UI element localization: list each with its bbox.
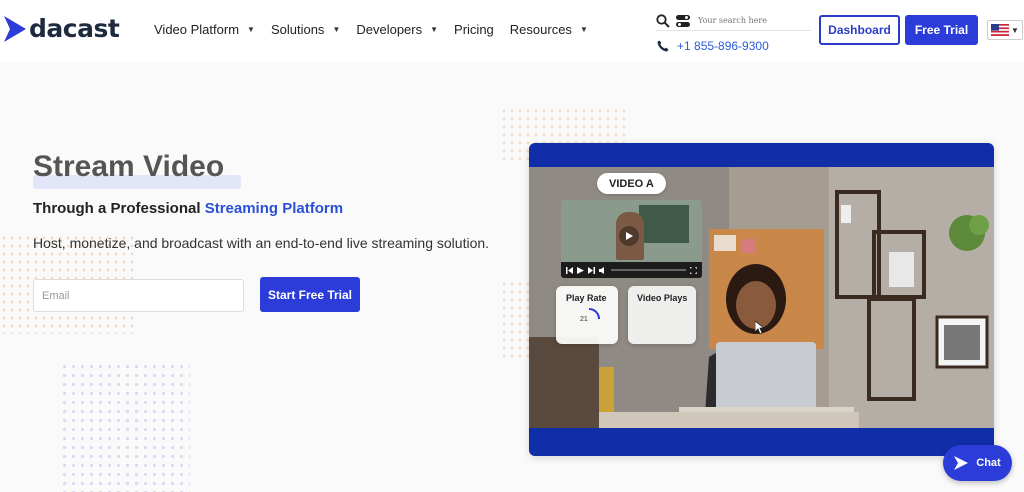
nav-item-label: Resources (509, 22, 572, 37)
phone-link[interactable]: +1 855-896-9300 (657, 39, 769, 53)
skip-forward-icon[interactable] (588, 266, 595, 274)
play-icon[interactable] (619, 226, 639, 246)
toggle-icon[interactable] (676, 14, 690, 27)
language-select[interactable]: ▼ (987, 20, 1023, 40)
dacast-logo-mark-icon (954, 456, 969, 470)
dot-pattern-decoration (500, 280, 530, 360)
hero-video[interactable]: VIDEO A Play Rate 21 Video Plays (529, 143, 994, 456)
progress-bar[interactable] (611, 269, 686, 271)
chat-button[interactable]: Chat (943, 445, 1012, 481)
caret-down-icon: ▼ (332, 25, 341, 34)
main-nav: Video Platform ▼ Solutions ▼ Developers … (154, 22, 604, 37)
video-tag-label: VIDEO A (609, 177, 654, 190)
video-plays-label: Video Plays (637, 293, 688, 303)
nav-developers[interactable]: Developers ▼ (356, 22, 438, 37)
dot-pattern-decoration (60, 362, 190, 492)
player-controls[interactable] (561, 262, 702, 278)
play-small-icon[interactable] (577, 266, 584, 274)
volume-icon[interactable] (599, 266, 607, 274)
phone-number: +1 855-896-9300 (677, 39, 769, 53)
nav-item-label: Solutions (270, 22, 325, 37)
caret-down-icon: ▼ (1011, 25, 1019, 35)
search-input[interactable] (698, 16, 798, 25)
hero-description: Host, monetize, and broadcast with an en… (33, 235, 490, 251)
skip-back-icon[interactable] (566, 266, 573, 274)
nav-video-platform[interactable]: Video Platform ▼ (154, 22, 255, 37)
dashboard-button[interactable]: Dashboard (819, 15, 900, 45)
brand-name: dacast (29, 14, 120, 43)
nav-item-label: Pricing (454, 22, 494, 37)
hero-subtitle: Through a Professional Streaming Platfor… (33, 200, 343, 217)
nav-item-label: Video Platform (154, 22, 240, 37)
video-plays-card: Video Plays (628, 286, 696, 344)
hero-title: Stream Video (33, 150, 225, 183)
site-header: dacast Video Platform ▼ Solutions ▼ Deve… (0, 0, 1024, 62)
play-rate-value: 21 (580, 316, 588, 323)
play-rate-label: Play Rate (566, 293, 607, 303)
nav-item-label: Developers (356, 22, 423, 37)
dacast-logo[interactable]: dacast (4, 14, 120, 43)
nav-resources[interactable]: Resources ▼ (510, 22, 588, 37)
email-field[interactable] (33, 279, 244, 312)
cursor-icon (755, 321, 765, 335)
caret-down-icon: ▼ (247, 25, 255, 34)
nav-solutions[interactable]: Solutions ▼ (271, 22, 340, 37)
caret-down-icon: ▼ (579, 25, 588, 34)
caret-down-icon: ▼ (430, 25, 439, 34)
us-flag-icon (991, 24, 1009, 36)
chat-label: Chat (976, 457, 1001, 469)
dacast-logo-mark-icon (4, 15, 26, 42)
phone-icon (657, 40, 669, 52)
mini-video-player[interactable] (561, 200, 702, 278)
header-search (656, 11, 811, 31)
search-icon[interactable] (656, 13, 670, 28)
nav-pricing[interactable]: Pricing (454, 22, 494, 37)
play-rate-card: Play Rate 21 (556, 286, 618, 344)
hero-subtitle-accent: Streaming Platform (204, 200, 344, 217)
free-trial-button[interactable]: Free Trial (905, 15, 978, 45)
fullscreen-icon[interactable] (690, 266, 697, 274)
video-tag: VIDEO A (597, 173, 666, 194)
start-free-trial-button[interactable]: Start Free Trial (260, 277, 360, 312)
hero-subtitle-prefix: Through a Professional (33, 200, 205, 217)
